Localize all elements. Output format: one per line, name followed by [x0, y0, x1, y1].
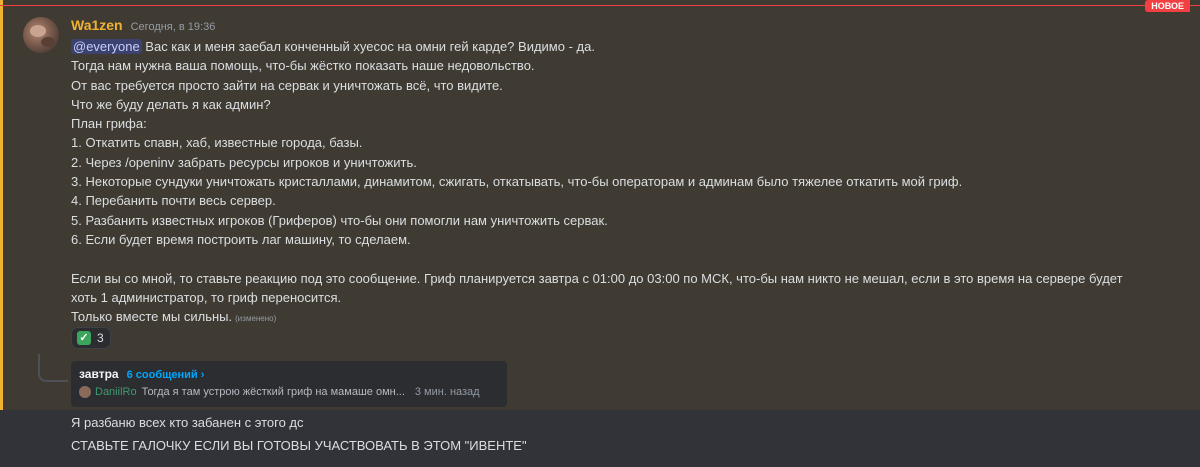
message-line: [71, 249, 1181, 268]
message-line: Если вы со мной, то ставьте реакцию под …: [71, 270, 1123, 286]
thread-header: завтра 6 сообщений ›: [79, 367, 499, 381]
message-line: Тогда нам нужна ваша помощь, что-бы жёст…: [71, 58, 535, 74]
message-line: @everyone Вас как и меня заебал конченны…: [71, 37, 1181, 56]
message-line: План грифа:: [71, 116, 147, 132]
message-line: 5. Разбанить известных игроков (Гриферов…: [71, 212, 608, 228]
message-line: Только вместе мы сильны. (изменено): [71, 307, 1181, 328]
timestamp[interactable]: Сегодня, в 19:36: [131, 21, 216, 33]
thread-author[interactable]: DaniilRo: [95, 386, 137, 398]
message-line: От вас требуется просто зайти на сервак …: [71, 77, 503, 93]
new-messages-divider: [0, 5, 1200, 6]
thread-preview-text: Тогда я там устрою жёсткий гриф на мамаш…: [141, 386, 405, 398]
followup-message: СТАВЬТЕ ГАЛОЧКУ ЕСЛИ ВЫ ГОТОВЫ УЧАСТВОВА…: [71, 438, 527, 453]
username[interactable]: Wa1zen: [71, 17, 123, 33]
message-text: Вас как и меня заебал конченный хуесос н…: [141, 39, 595, 54]
message-line: 2. Через /openinv забрать ресурсы игроко…: [71, 154, 417, 170]
message-text: Только вместе мы сильны.: [71, 309, 233, 325]
thread-message-count-link[interactable]: 6 сообщений ›: [127, 369, 205, 381]
thread-author-avatar: [79, 386, 91, 398]
check-mark-icon: ✓: [77, 331, 91, 345]
thread-preview-card[interactable]: завтра 6 сообщений › DaniilRo Тогда я та…: [71, 361, 507, 407]
thread-name[interactable]: завтра: [79, 367, 119, 381]
thread-spine: [38, 354, 68, 382]
new-badge: НОВОЕ: [1145, 0, 1190, 12]
reaction-count: 3: [97, 331, 104, 345]
message-body: @everyone Вас как и меня заебал конченны…: [71, 37, 1181, 328]
thread-last-message: DaniilRo Тогда я там устрою жёсткий гриф…: [79, 386, 499, 398]
message-line: хоть 1 администратор, то гриф переноситс…: [71, 289, 342, 305]
avatar[interactable]: [23, 17, 59, 53]
thread-time: 3 мин. назад: [414, 386, 480, 398]
followup-message: Я разбаню всех кто забанен с этого дс: [71, 415, 304, 430]
message-line: 6. Если будет время построить лаг машину…: [71, 231, 411, 247]
message-line: 1. Откатить спавн, хаб, известные города…: [71, 135, 363, 151]
everyone-mention[interactable]: @everyone: [71, 39, 142, 54]
message-line: Что же буду делать я как админ?: [71, 96, 271, 112]
message-header: Wa1zen Сегодня, в 19:36: [71, 17, 215, 33]
edited-label: (изменено): [235, 314, 277, 324]
reaction-check[interactable]: ✓ 3: [71, 327, 111, 349]
message-line: 3. Некоторые сундуки уничтожать кристалл…: [71, 174, 963, 190]
message-line: 4. Перебанить почти весь сервер.: [71, 193, 276, 209]
